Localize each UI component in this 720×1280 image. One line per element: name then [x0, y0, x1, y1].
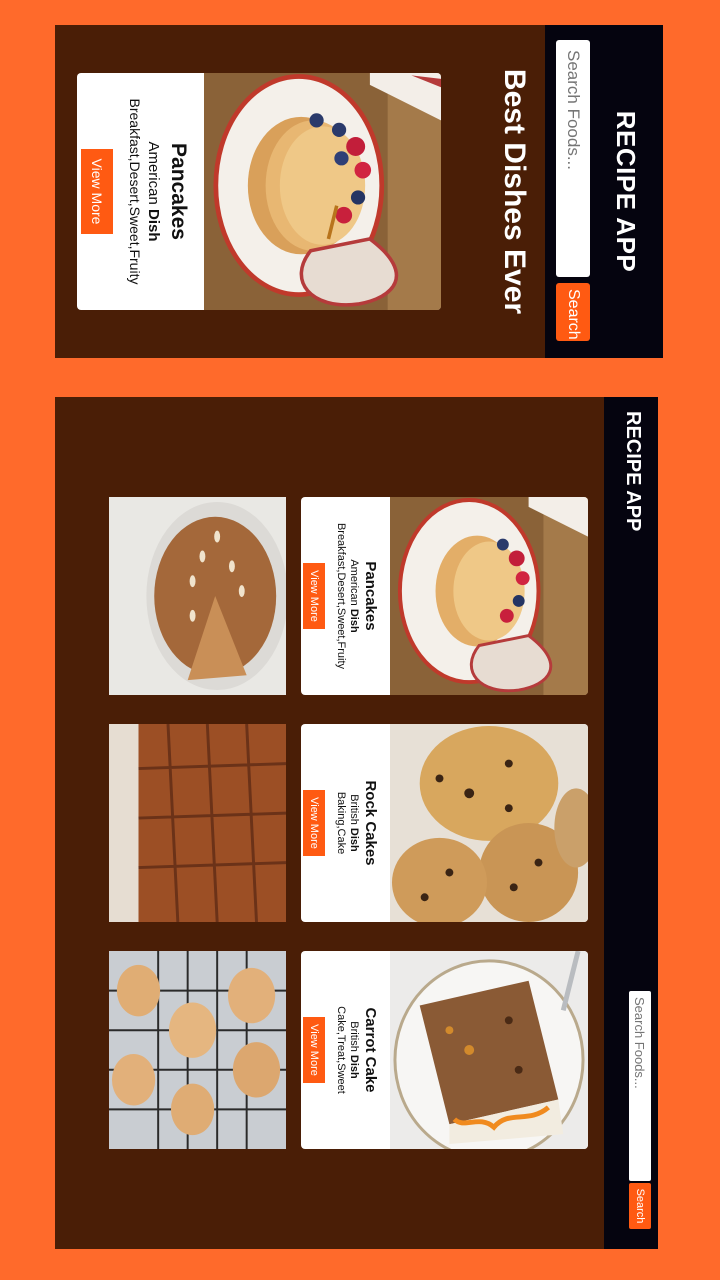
recipe-tags: Breakfast,Desert,Sweet,Fruity [335, 522, 347, 670]
view-more-button[interactable]: View More [303, 1017, 325, 1083]
recipe-tags: Breakfast,Desert,Sweet,Fruity [127, 98, 143, 285]
recipe-cuisine: British Dish [348, 1021, 360, 1079]
hero-title: Best Dishes Ever [498, 68, 531, 315]
recipe-card-info: Pancakes American Dish Breakfast,Desert,… [301, 497, 390, 695]
carrot-cake-image [390, 951, 588, 1149]
navbar: RECIPE APP Search [545, 25, 663, 358]
recipe-tags: Cake,Treat,Sweet [335, 1006, 347, 1094]
recipe-card-info: Pancakes American Dish Breakfast,Desert,… [77, 73, 204, 310]
recipe-card-image-almond-cake[interactable] [109, 497, 286, 695]
navbar: RECIPE APP Search [604, 397, 658, 1249]
recipe-cuisine: American Dish [145, 141, 162, 242]
recipe-card-info: Carrot Cake British Dish Cake,Treat,Swee… [301, 951, 390, 1149]
search-input[interactable] [629, 991, 651, 1181]
recipe-title: Pancakes [167, 143, 190, 240]
recipe-card-image-pastries[interactable] [109, 951, 286, 1149]
rock-cakes-image [390, 724, 588, 922]
recipe-card-pancakes: Pancakes American Dish Breakfast,Desert,… [301, 497, 588, 695]
recipe-title: Pancakes [362, 561, 379, 631]
recipe-title: Rock Cakes [362, 780, 379, 866]
recipe-card-rock-cakes: Rock Cakes British Dish Baking,Cake View… [301, 724, 588, 922]
recipe-cuisine: American Dish [348, 559, 360, 633]
pancakes-image [390, 497, 588, 695]
view-more-button[interactable]: View More [303, 790, 325, 856]
recipe-card-carrot-cake: Carrot Cake British Dish Cake,Treat,Swee… [301, 951, 588, 1149]
recipe-card-info: Rock Cakes British Dish Baking,Cake View… [301, 724, 390, 922]
recipe-card-pancakes: Pancakes American Dish Breakfast,Desert,… [77, 73, 441, 310]
app-brand[interactable]: RECIPE APP [610, 25, 641, 358]
search-button[interactable]: Search [629, 1183, 651, 1229]
mobile-viewport: RECIPE APP Search Best Dishes Ever [55, 25, 663, 358]
recipe-cuisine: British Dish [348, 794, 360, 852]
pancakes-image [204, 73, 441, 310]
view-more-button[interactable]: View More [303, 563, 325, 629]
search-button[interactable]: Search [556, 283, 590, 341]
tablet-viewport: RECIPE APP Search Best Dishes Ever [55, 397, 658, 1249]
recipe-card-image-brownie[interactable] [109, 724, 286, 922]
search-input[interactable] [556, 40, 590, 277]
app-brand[interactable]: RECIPE APP [621, 411, 644, 531]
recipe-title: Carrot Cake [362, 1007, 379, 1093]
tablet-screen: RECIPE APP Search Best Dishes Ever [55, 397, 658, 1249]
recipe-tags: Baking,Cake [335, 791, 347, 855]
mobile-screen: RECIPE APP Search Best Dishes Ever [55, 25, 663, 358]
view-more-button[interactable]: View More [81, 148, 113, 235]
